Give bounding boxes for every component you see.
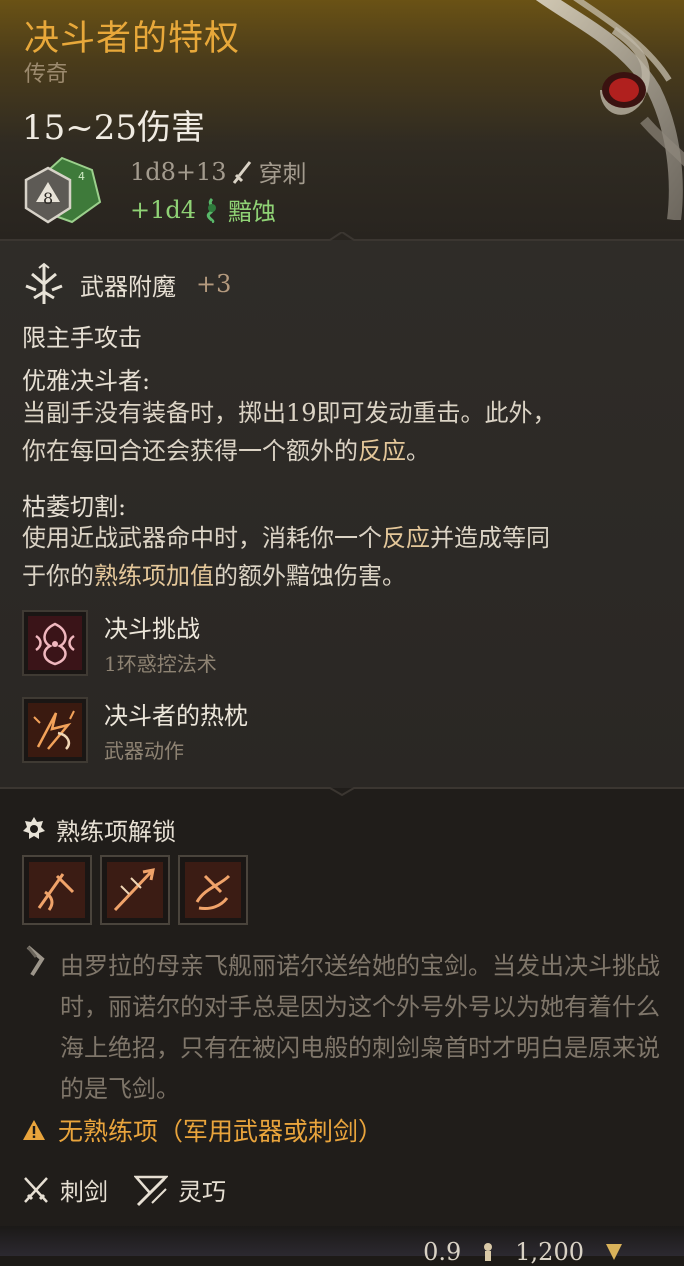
tag-rapier[interactable]: 刺剑 [22,1172,108,1207]
wither-cut-desc: 使用近战武器命中时，消耗你一个反应并造成等同 于你的熟练项加值的额外黯蚀伤害。 [22,519,550,595]
item-value: 1,200 [515,1238,584,1266]
tag-label: 刺剑 [60,1178,108,1206]
desc-text: 并造成等同 [430,524,550,552]
damage-dice: +1d4 [130,195,197,224]
reaction-keyword[interactable]: 反应 [358,437,406,465]
coin-icon [606,1244,622,1260]
desc-line: 使用近战武器命中时，消耗你一个反应并造成等同 [22,519,550,557]
wither-cut-title: 枯萎切割: [22,493,127,521]
item-weight: 0.9 [423,1238,462,1266]
desc-text: 。 [406,437,430,465]
finesse-icon [134,1175,168,1206]
item-rarity: 传奇 [24,62,69,87]
elegant-duelist-title: 优雅决斗者: [22,367,151,395]
desc-line: 当副手没有装备时，掷出19即可发动重击。此外， [22,399,557,427]
spell-name: 决斗挑战 [104,615,200,643]
spell-name: 决斗者的热枕 [104,702,248,730]
proficiency-label: 熟练项解锁 [56,818,176,846]
duelist-zeal-icon[interactable] [22,697,88,763]
section-divider [0,232,684,241]
tag-label: 灵巧 [178,1178,226,1206]
spell-entry-duel-challenge[interactable]: 决斗挑战 1环惑控法术 [22,609,217,677]
desc-text: 使用近战武器命中时，消耗你一个 [22,524,382,552]
proficiency-bonus-keyword[interactable]: 熟练项加值 [94,562,214,590]
proficiency-icon [23,816,45,839]
damage-dice: 1d8+13 [130,157,227,186]
enchant-label: 武器附魔 [80,272,176,301]
quill-icon [26,945,45,977]
item-stats: 0.9 1,200 [423,1238,624,1266]
spell-entry-duelist-zeal[interactable]: 决斗者的热枕 武器动作 [22,696,248,764]
weapon-tags: 刺剑 灵巧 [22,1172,252,1207]
elegant-duelist-desc: 当副手没有装备时，掷出19即可发动重击。此外， 你在每回合还会获得一个额外的反应… [22,394,557,470]
dice-main-label: 8 [43,189,53,208]
dice-small-label: 4 [78,170,85,183]
weapon-enchant-icon [25,262,63,304]
desc-text: 于你的 [22,562,94,590]
item-flavor-text: 由罗拉的母亲飞舰丽诺尔送给她的宝剑。当发出决斗挑战时，丽诺尔的对手总是因为这个外… [60,952,660,1103]
reaction-keyword[interactable]: 反应 [382,524,430,552]
damage-row-piercing: 1d8+13 穿刺 [130,154,307,189]
spell-subtitle: 1环惑控法术 [104,652,217,676]
item-damage-range: 15~25伤害 [22,108,206,148]
desc-line: 你在每回合还会获得一个额外的反应。 [22,432,557,470]
lacerate-icon[interactable] [22,855,92,925]
damage-type: 黯蚀 [228,198,277,226]
proficiency-warning: 无熟练项（军用武器或刺剑） [22,1112,383,1148]
weapon-art-icon [535,0,684,220]
duel-challenge-icon[interactable] [22,610,88,676]
warning-text: 无熟练项（军用武器或刺剑） [58,1117,384,1146]
tag-finesse[interactable]: 灵巧 [134,1172,226,1207]
piercing-icon [232,160,251,184]
dice-icon: 4 8 [24,156,102,224]
proficiency-unlock-header: 熟练项解锁 [22,812,176,847]
desc-text: 你在每回合还会获得一个额外的 [22,437,358,465]
item-header: 决斗者的特权 传奇 15~25伤害 4 8 1d8+13 穿刺 +1d4 黯蚀 [0,0,684,240]
enchant-bonus: +3 [196,270,232,298]
necrotic-icon [206,197,217,223]
weapon-enchantment: 武器附魔 +3 [22,262,231,306]
piercing-strike-icon[interactable] [100,855,170,925]
proficiency-actions [22,855,248,925]
section-divider [0,787,684,796]
desc-line: 于你的熟练项加值的额外黯蚀伤害。 [22,557,550,595]
warning-icon [23,1120,45,1140]
desc-text: 的额外黯蚀伤害。 [214,562,406,590]
flourish-icon[interactable] [178,855,248,925]
weight-icon [484,1243,493,1261]
damage-row-necrotic: +1d4 黯蚀 [130,192,276,227]
main-hand-restriction: 限主手攻击 [22,324,142,352]
item-title: 决斗者的特权 [24,19,241,59]
spell-subtitle: 武器动作 [104,739,184,763]
rapier-icon [24,1176,48,1203]
damage-type: 穿刺 [258,160,307,188]
